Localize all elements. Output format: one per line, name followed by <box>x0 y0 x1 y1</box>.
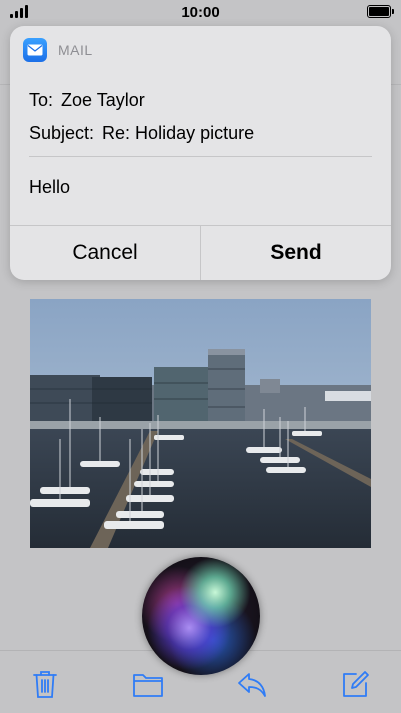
to-label: To: <box>29 90 54 110</box>
battery-icon <box>367 5 394 18</box>
status-bar: 10:00 <box>0 0 401 24</box>
subject-row: Subject: Re: Holiday picture <box>29 123 254 144</box>
send-button[interactable]: Send <box>201 226 391 280</box>
status-time: 10:00 <box>181 4 220 21</box>
subject-value: Re: Holiday picture <box>102 123 255 143</box>
folder-icon[interactable] <box>132 669 163 699</box>
mail-notification-card: MAIL To: Zoe Taylor Subject: Re: Holiday p… <box>10 26 391 280</box>
to-recipient: Zoe Taylor <box>61 90 145 110</box>
compose-icon[interactable] <box>340 669 370 699</box>
message-body: Hello <box>29 177 71 197</box>
divider <box>29 156 372 157</box>
mail-app-icon <box>23 38 47 62</box>
attached-photo <box>30 299 371 548</box>
trash-icon[interactable] <box>30 669 60 699</box>
cancel-button[interactable]: Cancel <box>10 226 200 280</box>
to-row: To: Zoe Taylor <box>29 90 145 111</box>
app-name: MAIL <box>58 42 93 58</box>
reply-icon[interactable] <box>236 669 266 699</box>
subject-label: Subject: <box>29 123 95 143</box>
siri-orb[interactable] <box>142 557 260 675</box>
